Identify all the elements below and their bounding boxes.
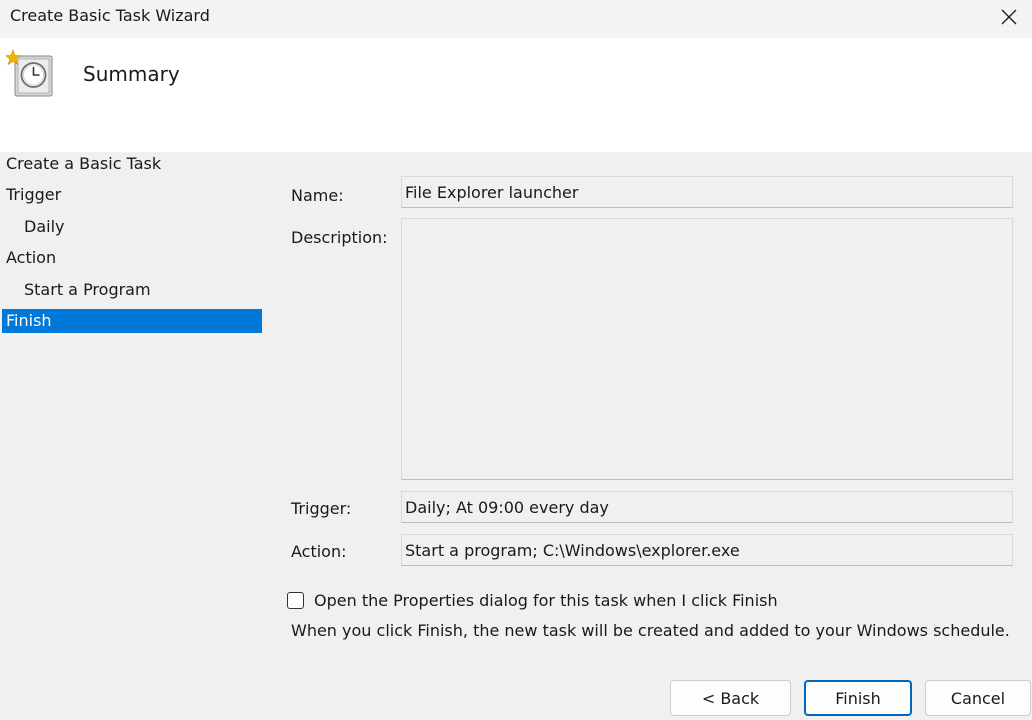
nav-item-finish[interactable]: Finish <box>2 309 262 333</box>
trigger-field[interactable]: Daily; At 09:00 every day <box>401 491 1013 523</box>
finish-button[interactable]: Finish <box>804 680 912 716</box>
action-value: Start a program; C:\Windows\explorer.exe <box>405 540 740 560</box>
description-field[interactable] <box>401 218 1013 480</box>
clock-star-icon <box>6 49 53 97</box>
nav-item-create-basic-task[interactable]: Create a Basic Task <box>2 152 262 176</box>
wizard-steps-nav: Create a Basic Task Trigger Daily Action… <box>0 152 266 720</box>
name-field[interactable]: File Explorer launcher <box>401 176 1013 208</box>
nav-item-daily[interactable]: Daily <box>2 215 262 239</box>
close-icon <box>1001 9 1017 25</box>
description-label: Description: <box>291 228 388 247</box>
open-properties-option[interactable]: Open the Properties dialog for this task… <box>287 589 778 611</box>
name-label: Name: <box>291 186 344 205</box>
action-label: Action: <box>291 542 347 561</box>
close-button[interactable] <box>986 0 1032 34</box>
wizard-header: Summary <box>0 38 1032 152</box>
nav-item-trigger[interactable]: Trigger <box>2 183 262 207</box>
nav-item-action[interactable]: Action <box>2 246 262 270</box>
action-field[interactable]: Start a program; C:\Windows\explorer.exe <box>401 534 1013 566</box>
finish-info-text: When you click Finish, the new task will… <box>291 621 1010 640</box>
page-title: Summary <box>83 62 180 86</box>
back-button[interactable]: < Back <box>670 680 791 716</box>
cancel-button[interactable]: Cancel <box>925 680 1031 716</box>
trigger-label: Trigger: <box>291 499 352 518</box>
nav-item-start-a-program[interactable]: Start a Program <box>2 278 262 302</box>
open-properties-checkbox[interactable] <box>287 591 304 609</box>
name-value: File Explorer launcher <box>405 182 579 202</box>
window-title: Create Basic Task Wizard <box>10 6 210 25</box>
open-properties-label[interactable]: Open the Properties dialog for this task… <box>314 591 778 610</box>
trigger-value: Daily; At 09:00 every day <box>405 497 609 517</box>
title-bar: Create Basic Task Wizard <box>0 0 1032 38</box>
